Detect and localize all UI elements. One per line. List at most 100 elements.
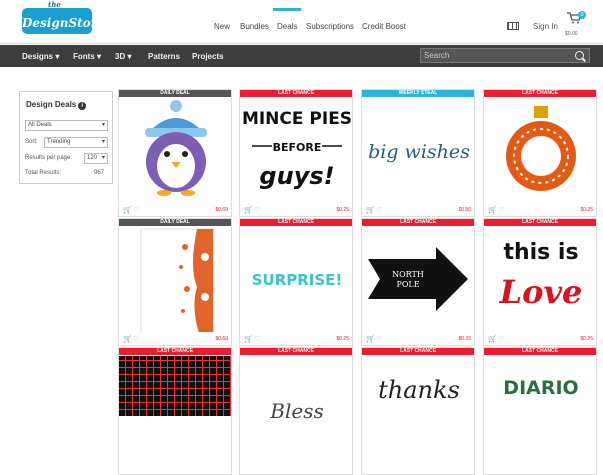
product-card[interactable]: LAST CHANCE thanks: [361, 347, 475, 475]
logo-main-text: DesignStore: [22, 16, 105, 30]
deals-filter-panel: Design Dealsi All Deals Sort: Trending R…: [19, 91, 113, 184]
nav-credit-boost[interactable]: Credit Boost: [362, 22, 406, 31]
thanks-artwork: thanks: [378, 376, 460, 404]
add-to-cart-icon[interactable]: 🛒: [244, 335, 253, 343]
diario-text: DIARIO: [503, 377, 578, 399]
penguin-artwork: [145, 100, 207, 196]
deal-price: $0.69: [215, 336, 228, 342]
surprise-artwork: SURPRISE!: [252, 271, 343, 289]
sign-in-link[interactable]: Sign In: [533, 22, 558, 31]
add-to-cart-icon[interactable]: 🛒: [244, 206, 253, 214]
big-wishes-artwork: big wishes: [368, 141, 470, 163]
menu-patterns[interactable]: Patterns: [148, 52, 180, 61]
search-icon[interactable]: [575, 51, 584, 60]
favorite-icon[interactable]: ♡: [133, 335, 139, 343]
north-text: NORTH: [392, 270, 424, 279]
product-card[interactable]: LAST CHANCE Bless: [239, 347, 353, 475]
diario-artwork: DIARIO: [503, 377, 578, 399]
nav-subscriptions[interactable]: Subscriptions: [306, 22, 354, 31]
total-results-value: 967: [94, 170, 105, 176]
favorite-icon[interactable]: ♡: [254, 335, 260, 343]
deal-banner: LAST CHANCE: [484, 90, 596, 97]
deal-banner: LAST CHANCE: [484, 219, 596, 226]
cart-count-badge: 0: [578, 11, 586, 19]
add-to-cart-icon[interactable]: 🛒: [488, 335, 497, 343]
deal-price: $0.69: [215, 207, 228, 213]
sort-select[interactable]: Trending: [44, 137, 108, 148]
top-bar: the DesignStore New Bundles Deals Subscr…: [0, 0, 603, 44]
deal-banner: WEEKLY STEAL: [362, 90, 474, 97]
deal-price: $0.25: [458, 336, 471, 342]
product-card[interactable]: LAST CHANCE this is Love 🛒 ♡ $0.25: [483, 218, 597, 346]
menu-projects[interactable]: Projects: [192, 52, 224, 61]
add-to-cart-icon[interactable]: 🛒: [488, 206, 497, 214]
floral-panel-artwork: [140, 228, 214, 332]
ornament-artwork: [506, 106, 576, 191]
product-card[interactable]: LAST CHANCE MINCE PIES BEFORE guys! 🛒 ♡ …: [239, 89, 353, 217]
menu-designs[interactable]: Designs ▾: [22, 52, 59, 61]
script-artwork: Bless: [269, 399, 323, 423]
nav-bundles[interactable]: Bundles: [240, 22, 269, 31]
this-is-love-artwork: this is Love: [499, 240, 583, 311]
favorite-icon[interactable]: ♡: [376, 206, 382, 214]
deal-banner: DAILY DEAL: [119, 219, 231, 226]
product-card[interactable]: LAST CHANCE SURPRISE! 🛒 ♡ $0.25: [239, 218, 353, 346]
thanks-text: thanks: [378, 376, 460, 404]
mince-line-3: guys!: [259, 162, 334, 190]
product-card[interactable]: DAILY DEAL 🛒 ♡ $0.69: [118, 218, 232, 346]
grid-view-icon[interactable]: [507, 22, 519, 30]
pattern-artwork: [119, 356, 231, 416]
mince-line-2: BEFORE: [273, 141, 322, 154]
favorite-icon[interactable]: ♡: [133, 206, 139, 214]
deal-banner: DAILY DEAL: [119, 90, 231, 97]
deal-banner: LAST CHANCE: [240, 348, 352, 355]
total-results-label: Total Results:: [25, 170, 62, 176]
product-card[interactable]: WEEKLY STEAL big wishes 🛒 ♡ $0.50: [361, 89, 475, 217]
cart-price: $0.00: [565, 31, 578, 37]
product-card[interactable]: DAILY DEAL 🛒 ♡ $0.69: [118, 89, 232, 217]
add-to-cart-icon[interactable]: 🛒: [123, 335, 132, 343]
love-line-1: this is: [503, 240, 578, 265]
sort-label: Sort:: [25, 139, 38, 145]
brand-logo[interactable]: the DesignStore: [22, 1, 105, 34]
deal-banner: LAST CHANCE: [240, 90, 352, 97]
love-line-2: Love: [499, 273, 583, 311]
nav-new[interactable]: New: [214, 22, 230, 31]
surprise-text: SURPRISE!: [252, 271, 343, 289]
search-input[interactable]: Search: [420, 48, 590, 63]
add-to-cart-icon[interactable]: 🛒: [366, 206, 375, 214]
deal-banner: LAST CHANCE: [362, 348, 474, 355]
add-to-cart-icon[interactable]: 🛒: [366, 335, 375, 343]
favorite-icon[interactable]: ♡: [498, 206, 504, 214]
deal-filter-select[interactable]: All Deals: [25, 120, 108, 131]
deal-banner: LAST CHANCE: [119, 348, 231, 355]
per-page-label: Results per page:: [25, 155, 73, 161]
menu-3d[interactable]: 3D ▾: [115, 52, 131, 61]
pole-text: POLE: [396, 280, 419, 289]
deal-price: $0.50: [458, 207, 471, 213]
panel-title: Design Deals i: [26, 100, 87, 110]
deal-price: $0.25: [580, 207, 593, 213]
deal-banner: LAST CHANCE: [362, 219, 474, 226]
mince-pies-artwork: MINCE PIES BEFORE guys!: [242, 109, 352, 190]
favorite-icon[interactable]: ♡: [254, 206, 260, 214]
mince-line-1: MINCE PIES: [242, 109, 352, 129]
add-to-cart-icon[interactable]: 🛒: [123, 206, 132, 214]
per-page-select[interactable]: 120: [84, 153, 108, 164]
product-card[interactable]: LAST CHANCE NORTH POLE 🛒 ♡ $0.25: [361, 218, 475, 346]
deal-price: $0.25: [580, 336, 593, 342]
north-pole-artwork: NORTH POLE: [368, 247, 468, 311]
nav-deals[interactable]: Deals: [272, 8, 303, 31]
product-card[interactable]: LAST CHANCE DIARIO: [483, 347, 597, 475]
deal-banner: LAST CHANCE: [240, 219, 352, 226]
product-card[interactable]: LAST CHANCE 🛒 ♡ $0.25: [483, 89, 597, 217]
deal-price: $0.25: [336, 207, 349, 213]
logo-small-text: the: [48, 0, 61, 9]
deal-price: $0.25: [336, 336, 349, 342]
favorite-icon[interactable]: ♡: [498, 335, 504, 343]
script-text: Bless: [269, 399, 323, 423]
info-icon[interactable]: i: [78, 102, 87, 110]
product-card[interactable]: LAST CHANCE: [118, 347, 232, 475]
menu-fonts[interactable]: Fonts ▾: [73, 52, 101, 61]
favorite-icon[interactable]: ♡: [376, 335, 382, 343]
